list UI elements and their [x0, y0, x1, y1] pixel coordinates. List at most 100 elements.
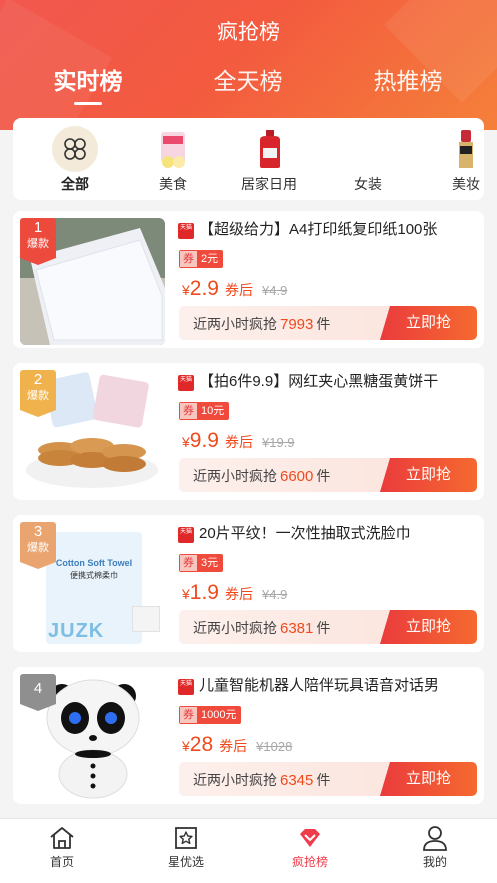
sales-bar: 近两小时疯抢 6381 件 立即抢 — [179, 610, 477, 644]
original-price: ¥4.9 — [262, 283, 288, 298]
coupon-label: 券 — [180, 251, 197, 267]
price-value: 28 — [189, 733, 214, 756]
store-badge-text: 天猫 — [179, 225, 192, 231]
package-text: Cotton Soft Towel — [55, 558, 133, 568]
rank-number: 1 — [33, 219, 43, 236]
category-beauty[interactable]: 美妆 — [431, 118, 484, 200]
sales-unit: 件 — [316, 316, 331, 332]
towel-sheet — [132, 606, 160, 632]
bottom-tab-bar: 首页 星优选 疯抢榜 我的 — [0, 818, 497, 883]
currency-symbol: ¥ — [182, 282, 190, 298]
tab-label: 星优选 — [167, 855, 204, 869]
price-suffix: 券后 — [225, 282, 253, 298]
rank-badge: 3 爆款 — [20, 522, 56, 569]
sales-bar: 近两小时疯抢 6345 件 立即抢 — [179, 762, 477, 796]
product-card[interactable]: 2 爆款 天猫 【拍6件9.9】网红夹心黑糖蛋黄饼干 券 10元 ¥9.9 券后 ¥… — [13, 363, 484, 500]
category-food[interactable]: 美食 — [138, 118, 208, 200]
sales-text: 近两小时疯抢 6600 件 — [193, 466, 330, 486]
sales-text: 近两小时疯抢 6381 件 — [193, 618, 330, 638]
sales-unit: 件 — [316, 772, 331, 788]
tab-realtime[interactable]: 实时榜 — [28, 62, 148, 105]
category-label: 女装 — [354, 176, 382, 192]
sales-text: 近两小时疯抢 7993 件 — [193, 314, 330, 334]
tmall-badge-icon: 天猫 — [178, 679, 194, 695]
sales-text: 近两小时疯抢 6345 件 — [193, 770, 330, 790]
category-all[interactable]: 全部 — [40, 118, 110, 200]
tmall-badge-icon: 天猫 — [178, 375, 194, 391]
tab-label: 我的 — [422, 855, 447, 869]
tab-home[interactable]: 首页 — [0, 819, 124, 883]
product-card[interactable]: 1 爆款 天猫 【超级给力】A4打印纸复印纸100张 券 2元 ¥2.9 券后 ¥4… — [13, 211, 484, 348]
price-row: ¥28 券后 ¥1028 — [182, 733, 292, 757]
store-badge-text: 天猫 — [179, 681, 192, 687]
currency-symbol: ¥ — [182, 586, 190, 602]
currency-symbol: ¥ — [182, 434, 190, 450]
sales-prefix: 近两小时疯抢 — [193, 316, 277, 332]
rank-number: 2 — [33, 371, 43, 388]
store-badge-text: 天猫 — [179, 529, 192, 535]
tab-allday[interactable]: 全天榜 — [188, 62, 308, 96]
coupon-value: 3元 — [197, 555, 223, 571]
lipstick-icon — [443, 126, 484, 172]
price-value: 1.9 — [189, 581, 219, 604]
buy-now-button[interactable]: 立即抢 — [380, 458, 477, 492]
tmall-badge-icon: 天猫 — [178, 527, 194, 543]
rank-tabs: 实时榜 全天榜 热推榜 — [0, 62, 497, 105]
category-label: 全部 — [61, 176, 89, 192]
rank-tag: 爆款 — [27, 238, 49, 250]
coupon-value: 10元 — [197, 403, 229, 419]
product-title[interactable]: 20片平纹！一次性抽取式洗脸巾 — [199, 522, 477, 543]
sales-prefix: 近两小时疯抢 — [193, 620, 277, 636]
coupon-label: 券 — [180, 555, 197, 571]
category-label: 美妆 — [452, 176, 480, 192]
package-subtext: 便携式棉柔巾 — [70, 571, 118, 580]
coupon-badge: 券 2元 — [179, 250, 224, 268]
coupon-badge: 券 3元 — [179, 554, 224, 572]
tab-hot-recommend[interactable]: 热推榜 — [348, 62, 468, 96]
category-household[interactable]: 居家日用 — [234, 118, 304, 200]
sales-unit: 件 — [316, 620, 331, 636]
original-price: ¥19.9 — [262, 435, 295, 450]
sales-count: 6345 — [280, 772, 314, 789]
page-title: 疯抢榜 — [217, 21, 280, 44]
buy-now-button[interactable]: 立即抢 — [380, 762, 477, 796]
coupon-badge: 券 10元 — [179, 402, 230, 420]
category-label: 美食 — [159, 176, 187, 192]
tmall-badge-icon: 天猫 — [178, 223, 194, 239]
rank-number: 3 — [33, 523, 43, 540]
rank-tag: 爆款 — [27, 542, 49, 554]
user-icon — [421, 824, 449, 852]
tab-label: 疯抢榜 — [291, 855, 328, 869]
product-title[interactable]: 儿童智能机器人陪伴玩具语音对话男 — [199, 674, 477, 695]
price-row: ¥2.9 券后 ¥4.9 — [182, 277, 287, 301]
category-bar: 全部 美食 居家日用 女装 美妆 — [13, 118, 484, 200]
product-title[interactable]: 【超级给力】A4打印纸复印纸100张 — [199, 218, 477, 239]
price-row: ¥1.9 券后 ¥4.9 — [182, 581, 287, 605]
category-label: 居家日用 — [241, 176, 297, 192]
coupon-value: 2元 — [197, 251, 223, 267]
product-card[interactable]: 4 天猫 儿童智能机器人陪伴玩具语音对话男 券 1000元 ¥28 券后 ¥1028… — [13, 667, 484, 804]
tab-rush-ranking[interactable]: 疯抢榜 — [248, 819, 372, 883]
sales-count: 6381 — [280, 620, 314, 637]
product-card[interactable]: Cotton Soft Towel 便携式棉柔巾 JUZK 3 爆款 天猫 20… — [13, 515, 484, 652]
home-icon — [48, 824, 76, 852]
tab-star-picks[interactable]: 星优选 — [124, 819, 248, 883]
coupon-label: 券 — [180, 403, 197, 419]
rank-number: 4 — [33, 680, 43, 697]
tab-mine[interactable]: 我的 — [373, 819, 497, 883]
rank-tag: 爆款 — [27, 390, 49, 402]
sales-count: 6600 — [280, 468, 314, 485]
tab-label: 热推榜 — [373, 68, 443, 94]
original-price: ¥1028 — [256, 739, 293, 754]
price-value: 2.9 — [189, 277, 219, 300]
header: 疯抢榜 实时榜 全天榜 热推榜 — [0, 0, 497, 130]
buy-now-button[interactable]: 立即抢 — [380, 306, 477, 340]
original-price: ¥4.9 — [262, 587, 288, 602]
buy-now-button[interactable]: 立即抢 — [380, 610, 477, 644]
category-womens-clothing[interactable]: 女装 — [333, 118, 403, 200]
sales-prefix: 近两小时疯抢 — [193, 468, 277, 484]
price-suffix: 券后 — [225, 586, 253, 602]
product-title[interactable]: 【拍6件9.9】网红夹心黑糖蛋黄饼干 — [199, 370, 477, 391]
sales-bar: 近两小时疯抢 6600 件 立即抢 — [179, 458, 477, 492]
clover-icon — [52, 126, 98, 172]
